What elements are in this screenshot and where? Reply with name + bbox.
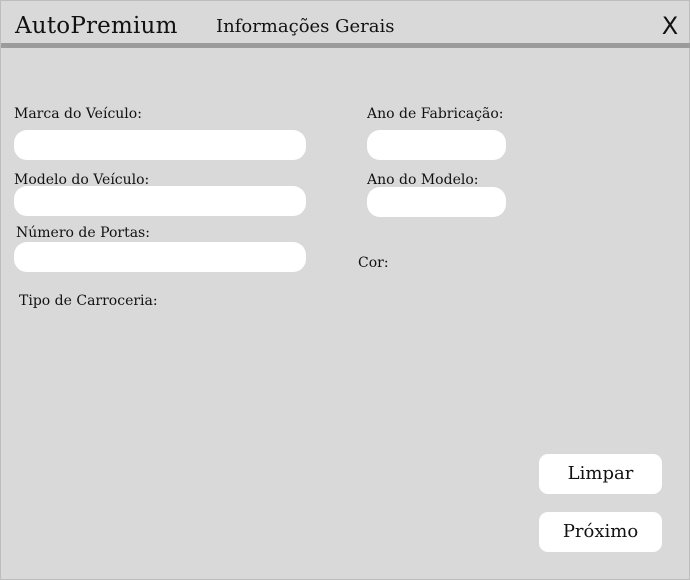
page-title: Informações Gerais bbox=[216, 16, 395, 37]
marca-field[interactable] bbox=[14, 130, 306, 160]
app-title: AutoPremium bbox=[15, 13, 178, 39]
next-button[interactable]: Próximo bbox=[539, 512, 662, 552]
ano-fabricacao-field[interactable] bbox=[367, 130, 506, 160]
carroceria-label: Tipo de Carroceria: bbox=[19, 293, 158, 309]
ano-modelo-field[interactable] bbox=[367, 187, 506, 217]
portas-field[interactable] bbox=[14, 242, 306, 272]
close-button[interactable]: X bbox=[657, 13, 683, 39]
marca-label: Marca do Veículo: bbox=[14, 106, 142, 122]
ano-modelo-label: Ano do Modelo: bbox=[367, 172, 479, 188]
header-divider bbox=[1, 43, 690, 48]
ano-fabricacao-label: Ano de Fabricação: bbox=[367, 106, 504, 122]
title-bar: AutoPremium Informações Gerais X bbox=[1, 1, 690, 43]
modelo-field[interactable] bbox=[14, 186, 306, 216]
clear-button[interactable]: Limpar bbox=[539, 454, 662, 494]
cor-label: Cor: bbox=[358, 255, 389, 271]
app-window: AutoPremium Informações Gerais X Marca d… bbox=[0, 0, 690, 580]
portas-label: Número de Portas: bbox=[16, 225, 150, 241]
